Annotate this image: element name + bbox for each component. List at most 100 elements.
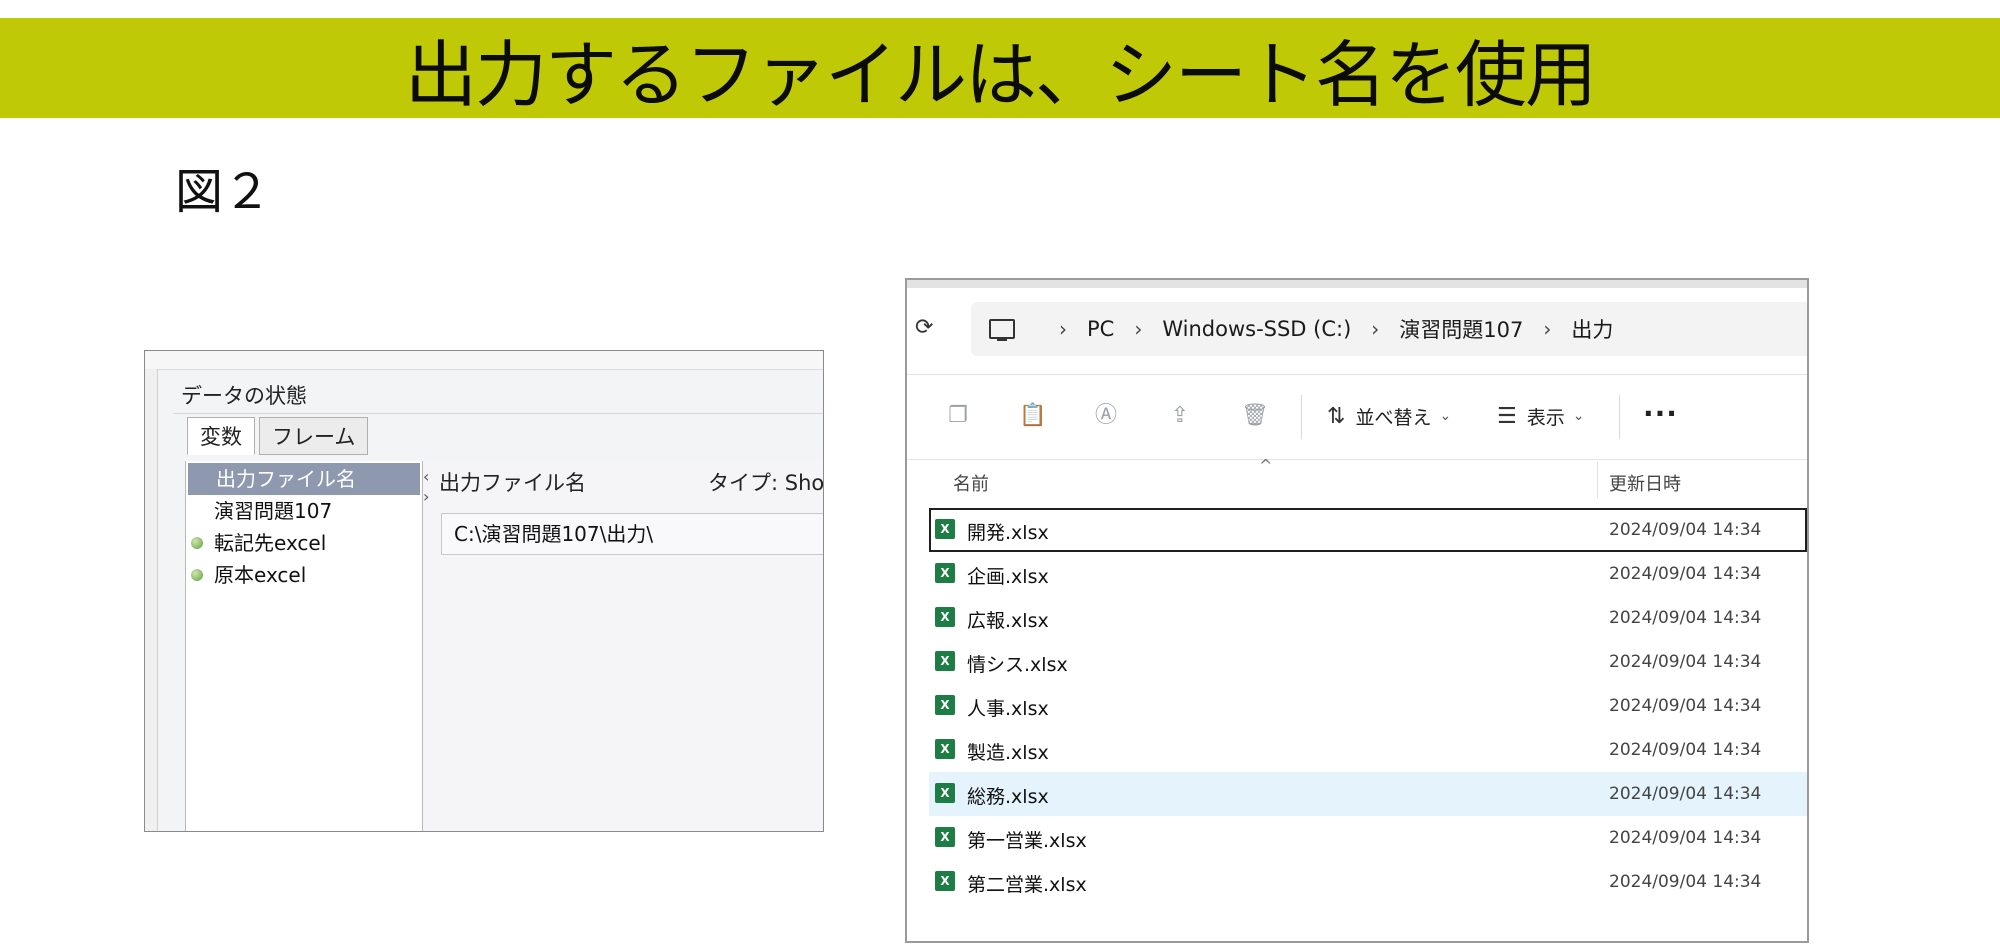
excel-file-icon: X — [935, 563, 957, 583]
file-name: 第二営業.xlsx — [967, 874, 1087, 896]
file-row[interactable]: X 製造.xlsx 2024/09/04 14:34 — [907, 728, 1807, 772]
file-name: 開発.xlsx — [967, 522, 1049, 544]
sort-caret-icon: ^ — [1259, 456, 1273, 475]
file-date: 2024/09/04 14:34 — [1609, 828, 1762, 848]
variable-item-output-filename[interactable]: 出力ファイル名 — [188, 463, 420, 495]
variable-detail: ‹ › 出力ファイル名 タイプ: Shor C:\演習問題107\出力\ — [423, 461, 823, 831]
file-date: 2024/09/04 14:34 — [1609, 564, 1762, 584]
file-row[interactable]: X 開発.xlsx 2024/09/04 14:34 — [929, 508, 1807, 552]
variable-item-target-excel[interactable]: 転記先excel — [186, 527, 422, 559]
sort-button[interactable]: ⇅ 並べ替え ⌄ — [1327, 403, 1451, 429]
variable-item-label: 原本excel — [214, 563, 307, 587]
breadcrumb-drive[interactable]: Windows-SSD (C:) — [1162, 317, 1351, 341]
breadcrumb-output[interactable]: 出力 — [1571, 314, 1613, 344]
chevron-right-icon[interactable]: › — [423, 487, 429, 506]
tab-variables[interactable]: 変数 — [187, 417, 255, 455]
excel-file-icon: X — [935, 871, 957, 891]
file-row[interactable]: X 人事.xlsx 2024/09/04 14:34 — [907, 684, 1807, 728]
variable-item-label: 出力ファイル名 — [216, 467, 356, 491]
excel-file-icon: X — [935, 519, 957, 539]
figure-label: 図２ — [175, 164, 272, 220]
breadcrumb-pc[interactable]: PC — [1087, 317, 1114, 341]
file-date: 2024/09/04 14:34 — [1609, 740, 1762, 760]
chevron-left-icon[interactable]: ‹ — [423, 467, 429, 486]
slide-title: 出力するファイルは、シート名を使用 — [404, 32, 1597, 117]
chevron-right-icon: › — [1134, 317, 1143, 341]
file-date: 2024/09/04 14:34 — [1609, 608, 1762, 628]
file-date: 2024/09/04 14:34 — [1609, 652, 1762, 672]
rename-icon[interactable]: Ⓐ — [1093, 403, 1119, 429]
detail-variable-type: タイプ: Shor — [708, 471, 823, 495]
more-options-icon[interactable]: ··· — [1643, 397, 1678, 430]
panel-left-strip — [145, 369, 158, 831]
toolbar-divider — [1301, 395, 1302, 439]
excel-file-icon: X — [935, 651, 957, 671]
file-date: 2024/09/04 14:34 — [1609, 520, 1762, 540]
variable-tabs: 変数 フレーム — [187, 417, 372, 455]
chevron-down-icon: ⌄ — [1572, 408, 1585, 424]
address-bar-area: ⟳ › PC › Windows-SSD (C:) › 演習問題107 › 出力 — [907, 288, 1807, 374]
file-name: 広報.xlsx — [967, 610, 1049, 632]
file-row[interactable]: X 情シス.xlsx 2024/09/04 14:34 — [907, 640, 1807, 684]
excel-file-icon: X — [935, 695, 957, 715]
file-row[interactable]: X 総務.xlsx 2024/09/04 14:34 — [929, 772, 1807, 816]
data-state-label: データの状態 — [173, 379, 823, 414]
refresh-icon[interactable]: ⟳ — [915, 316, 939, 340]
breadcrumb[interactable]: › PC › Windows-SSD (C:) › 演習問題107 › 出力 — [971, 302, 1807, 356]
file-row[interactable]: X 第一営業.xlsx 2024/09/04 14:34 — [907, 816, 1807, 860]
column-date-header[interactable]: 更新日時 — [1609, 470, 1681, 496]
sort-label: 並べ替え — [1355, 406, 1432, 429]
excel-file-icon: X — [935, 783, 957, 803]
file-name: 製造.xlsx — [967, 742, 1049, 764]
variable-item-exercise107[interactable]: 演習問題107 — [186, 495, 422, 527]
file-date: 2024/09/04 14:34 — [1609, 872, 1762, 892]
object-dot-icon — [191, 537, 203, 549]
file-list: X 開発.xlsx 2024/09/04 14:34 X 企画.xlsx 202… — [907, 508, 1807, 904]
view-button[interactable]: ☰ 表示 ⌄ — [1497, 403, 1584, 429]
variable-list: 出力ファイル名 演習問題107 転記先excel 原本excel — [185, 461, 423, 831]
column-name-header[interactable]: 名前 — [953, 470, 989, 496]
window-top-bar — [907, 280, 1807, 288]
file-name: 第一営業.xlsx — [967, 830, 1087, 852]
variable-panel: データの状態 変数 フレーム 出力ファイル名 演習問題107 転記先excel … — [144, 350, 824, 832]
detail-variable-name: 出力ファイル名 — [439, 471, 586, 495]
breadcrumb-folder[interactable]: 演習問題107 — [1399, 314, 1523, 344]
view-lines-icon: ☰ — [1497, 403, 1517, 429]
chevron-right-icon: › — [1059, 317, 1067, 341]
chevron-right-icon: › — [1543, 317, 1552, 341]
file-row[interactable]: X 第二営業.xlsx 2024/09/04 14:34 — [907, 860, 1807, 904]
chevron-down-icon: ⌄ — [1439, 408, 1452, 424]
file-row[interactable]: X 企画.xlsx 2024/09/04 14:34 — [907, 552, 1807, 596]
excel-file-icon: X — [935, 607, 957, 627]
sort-icon: ⇅ — [1327, 403, 1346, 429]
view-label: 表示 — [1526, 406, 1565, 429]
title-banner: 出力するファイルは、シート名を使用 — [0, 18, 2000, 118]
column-divider[interactable] — [1597, 462, 1598, 498]
column-header: ^ 名前 更新日時 — [907, 456, 1807, 506]
tab-frame[interactable]: フレーム — [259, 417, 369, 455]
chevron-right-icon: › — [1371, 317, 1380, 341]
file-date: 2024/09/04 14:34 — [1609, 784, 1762, 804]
copy-icon[interactable]: ❐ — [945, 403, 971, 429]
object-dot-icon — [191, 569, 203, 581]
toolbar-divider — [1619, 395, 1620, 439]
file-name: 人事.xlsx — [967, 698, 1049, 720]
variable-item-source-excel[interactable]: 原本excel — [186, 559, 422, 591]
panel-top-strip — [145, 351, 823, 370]
monitor-icon[interactable] — [989, 319, 1015, 341]
share-icon[interactable]: ⇪ — [1167, 403, 1193, 429]
excel-file-icon: X — [935, 739, 957, 759]
file-date: 2024/09/04 14:34 — [1609, 696, 1762, 716]
variable-value-field[interactable]: C:\演習問題107\出力\ — [441, 513, 823, 555]
file-name: 総務.xlsx — [967, 786, 1049, 808]
delete-icon[interactable]: 🗑 — [1241, 403, 1269, 429]
file-explorer-window: ⟳ › PC › Windows-SSD (C:) › 演習問題107 › 出力… — [905, 278, 1809, 943]
file-name: 情シス.xlsx — [967, 654, 1068, 676]
file-name: 企画.xlsx — [967, 566, 1049, 588]
variable-item-label: 転記先excel — [214, 531, 327, 555]
command-bar: ❐ 📋 Ⓐ ⇪ 🗑 ⇅ 並べ替え ⌄ ☰ 表示 ⌄ ··· — [907, 374, 1807, 460]
file-row[interactable]: X 広報.xlsx 2024/09/04 14:34 — [907, 596, 1807, 640]
paste-icon[interactable]: 📋 — [1019, 403, 1046, 429]
variable-item-label: 演習問題107 — [214, 499, 333, 523]
excel-file-icon: X — [935, 827, 957, 847]
